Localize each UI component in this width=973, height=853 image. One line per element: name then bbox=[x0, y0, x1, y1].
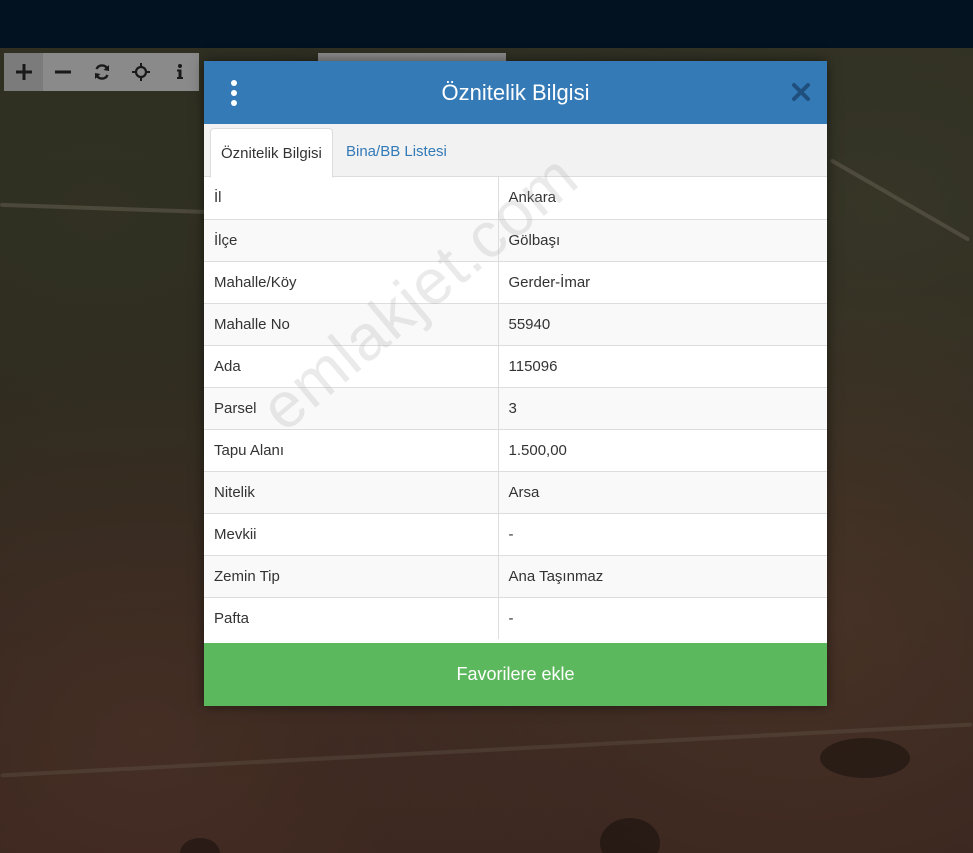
attribute-value: - bbox=[498, 596, 827, 639]
attribute-value: 3 bbox=[498, 386, 827, 429]
table-row: Nitelik Arsa bbox=[204, 470, 827, 513]
attribute-key: İlçe bbox=[204, 218, 499, 261]
attribute-key: Zemin Tip bbox=[204, 554, 499, 597]
table-row: Mahalle No 55940 bbox=[204, 302, 827, 345]
attribute-key: İl bbox=[204, 177, 499, 219]
attribute-value: - bbox=[498, 512, 827, 555]
attribute-key: Mahalle/Köy bbox=[204, 260, 499, 303]
attribute-info-modal: Öznitelik Bilgisi Öznitelik Bilgisi Bina… bbox=[204, 61, 827, 706]
table-row: Tapu Alanı 1.500,00 bbox=[204, 428, 827, 471]
attribute-key: Nitelik bbox=[204, 470, 499, 513]
attribute-value: Gölbaşı bbox=[498, 218, 827, 261]
attribute-key: Ada bbox=[204, 344, 499, 387]
table-row: Pafta - bbox=[204, 596, 827, 639]
attribute-value: Ankara bbox=[508, 189, 557, 207]
attribute-key: Mahalle No bbox=[204, 302, 499, 345]
top-bar bbox=[0, 0, 973, 48]
table-row: Mevkii - bbox=[204, 512, 827, 555]
attribute-value: Ana Taşınmaz bbox=[498, 554, 827, 597]
table-row: Mahalle/Köy Gerder-İmar bbox=[204, 260, 827, 303]
attribute-value: Arsa bbox=[498, 470, 827, 513]
tab-building-list[interactable]: Bina/BB Listesi bbox=[336, 128, 457, 175]
table-row: Zemin Tip Ana Taşınmaz bbox=[204, 554, 827, 597]
tab-attribute-info[interactable]: Öznitelik Bilgisi bbox=[210, 128, 333, 178]
kebab-menu-icon bbox=[231, 80, 237, 86]
attribute-value: 55940 bbox=[498, 302, 827, 345]
page: Öznitelik Bilgisi Öznitelik Bilgisi Bina… bbox=[0, 0, 973, 853]
menu-button[interactable] bbox=[226, 80, 242, 106]
add-to-favorites-button[interactable]: Favorilere ekle bbox=[204, 643, 827, 706]
modal-header: Öznitelik Bilgisi bbox=[204, 61, 827, 124]
attribute-value: 115096 bbox=[498, 344, 827, 387]
attribute-key: Pafta bbox=[204, 596, 499, 639]
attribute-key: Tapu Alanı bbox=[204, 428, 499, 471]
attribute-value: Gerder-İmar bbox=[498, 260, 827, 303]
modal-tabs: Öznitelik Bilgisi Bina/BB Listesi bbox=[204, 124, 827, 178]
table-row: Ada 115096 bbox=[204, 344, 827, 387]
attribute-value: 1.500,00 bbox=[498, 428, 827, 471]
attribute-key: Parsel bbox=[204, 386, 499, 429]
kebab-menu-icon bbox=[231, 90, 237, 96]
modal-title: Öznitelik Bilgisi bbox=[441, 79, 590, 105]
kebab-menu-icon bbox=[231, 100, 237, 106]
table-row: İlçe Gölbaşı bbox=[204, 218, 827, 261]
close-icon[interactable] bbox=[791, 82, 811, 102]
table-row: Parsel 3 bbox=[204, 386, 827, 429]
attribute-table: İl Ankara İlçe Gölbaşı Mahalle/Köy Gerder-İma… bbox=[204, 177, 827, 639]
table-row: İl Ankara bbox=[204, 177, 827, 219]
attribute-key: Mevkii bbox=[204, 512, 499, 555]
